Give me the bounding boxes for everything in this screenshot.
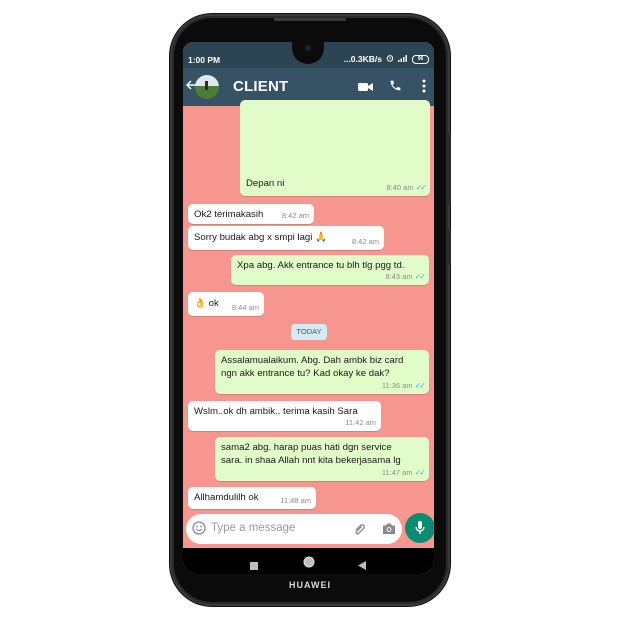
contact-name[interactable]: CLIENT [233, 78, 288, 95]
video-camera-icon[interactable] [358, 80, 373, 98]
triangle-back-icon[interactable] [358, 557, 366, 574]
device-brand-logo: HUAWEI [289, 580, 331, 590]
message-text: sama2 abg. harap puas hati dgn service s… [221, 442, 401, 466]
signal-bars-icon [398, 54, 408, 64]
message-bubble-outgoing[interactable]: sama2 abg. harap puas hati dgn service s… [215, 437, 429, 481]
message-bubble-incoming[interactable]: 👌 ok 8:44 am [188, 292, 264, 316]
message-bubble-incoming[interactable]: Ok2 terimakasih 8:42 am [188, 204, 314, 224]
message-meta: 8:40 am ✓✓ [386, 181, 427, 194]
contact-avatar[interactable] [195, 75, 219, 99]
message-time: 8:40 am [386, 183, 414, 192]
message-time: 8:44 am [231, 303, 259, 312]
microphone-button[interactable] [405, 513, 434, 543]
phone-icon[interactable] [389, 79, 402, 97]
system-nav-bar [183, 548, 434, 574]
double-check-icon: ✓✓ [414, 381, 426, 390]
message-bubble-outgoing[interactable]: Assalamualaikum. Abg. Dah ambk biz card … [215, 350, 429, 394]
message-text: Assalamualaikum. Abg. Dah ambk biz card … [221, 355, 404, 379]
message-time: 11:48 am [280, 496, 311, 505]
message-time: 8:43 am [385, 272, 413, 281]
front-camera-icon [304, 44, 312, 52]
message-composer: Type a message [183, 512, 434, 548]
double-check-icon: ✓✓ [414, 468, 426, 477]
message-text: Depan ni [246, 178, 285, 189]
message-meta: 11:36 am ✓✓ [381, 379, 426, 392]
battery-icon: 96 [412, 54, 429, 64]
message-list[interactable]: Depan ni 8:40 am ✓✓ Ok2 terimakasih 8:42 … [183, 100, 434, 518]
message-bubble-incoming[interactable]: Allhamdulilh ok 11:48 am [188, 487, 316, 509]
message-input[interactable]: Type a message [186, 514, 402, 544]
more-vertical-icon[interactable] [422, 79, 426, 98]
power-button [448, 229, 451, 265]
message-meta: 8:43 am ✓✓ [385, 270, 426, 283]
message-bubble-outgoing[interactable]: Xpa abg. Akk entrance tu blh tlg pgg td.… [231, 255, 429, 285]
earpiece-speaker [274, 18, 346, 21]
message-time: 11:42 am [345, 418, 376, 427]
square-icon[interactable] [250, 557, 258, 574]
message-time: 8:42 am [281, 211, 309, 220]
message-time: 11:36 am [381, 381, 413, 390]
date-separator: TODAY [291, 324, 327, 340]
circle-icon[interactable] [303, 555, 315, 573]
microphone-icon [415, 521, 425, 534]
message-bubble-incoming[interactable]: Sorry budak abg x smpi lagi 🙏 8:42 am [188, 226, 384, 250]
message-bubble-outgoing[interactable]: Depan ni 8:40 am ✓✓ [240, 100, 430, 196]
message-bubble-incoming[interactable]: Wslm..ok dh ambik.. terima kasih Sara 11… [188, 401, 381, 431]
status-time: 1:00 PM [188, 55, 221, 65]
camera-icon[interactable] [382, 522, 396, 540]
double-check-icon: ✓✓ [415, 183, 427, 192]
emoji-icon[interactable] [192, 521, 206, 535]
message-input-placeholder: Type a message [211, 522, 296, 534]
volume-button [448, 133, 451, 205]
double-check-icon: ✓✓ [414, 272, 426, 281]
phone-screen: 1:00 PM ...0.3KB/s 96 CLIENT Depan ni 8:… [183, 42, 434, 574]
paperclip-icon[interactable] [353, 522, 367, 541]
message-time: 11:47 am [381, 468, 413, 477]
alarm-icon [386, 54, 394, 64]
message-meta: 11:47 am ✓✓ [381, 466, 426, 479]
network-speed: ...0.3KB/s [343, 54, 382, 64]
message-time: 8:42 am [351, 237, 379, 246]
